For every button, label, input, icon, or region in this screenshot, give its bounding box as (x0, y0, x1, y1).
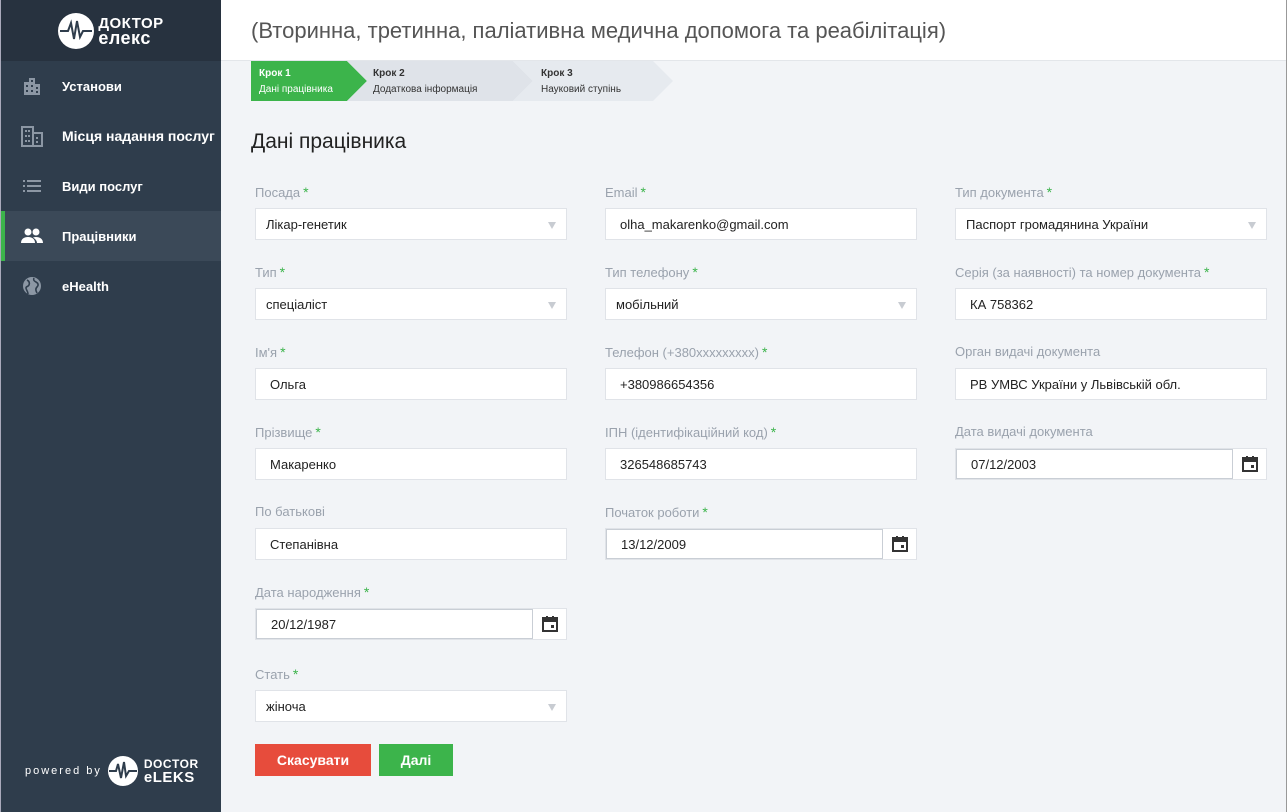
sidebar: ДОКТОР елекс Установи Місця надання посл… (0, 0, 221, 812)
page-header-title: (Вторинна, третинна, паліативна медична … (251, 18, 947, 43)
logo-line2: елекс (98, 27, 151, 48)
birth-date-field: Дата народження * 20/12/1987 (255, 582, 567, 640)
sidebar-item-label: Види послуг (62, 178, 143, 194)
sidebar-item-service-types[interactable]: Види послуг (1, 161, 221, 211)
step-label: Науковий ступінь (541, 84, 622, 95)
phone-type-select[interactable]: мобільний (605, 288, 917, 320)
sidebar-item-institutions[interactable]: Установи (1, 61, 221, 111)
step-number: Крок 3 (541, 68, 573, 79)
type-select[interactable]: спеціаліст (255, 288, 567, 320)
footer-logo-icon (107, 756, 138, 786)
birth-date-label: Дата народження * (255, 584, 370, 600)
doc-date-input[interactable]: 07/12/2003 (956, 449, 1232, 479)
doc-issuer-label: Орган видачі документа (955, 344, 1101, 359)
position-label: Посада * (255, 184, 309, 200)
phone-input[interactable]: +380986654356 (605, 368, 917, 400)
sidebar-item-label: Установи (62, 78, 122, 94)
wizard-steps: Крок 1 Дані працівника Крок 2 Додаткова … (251, 61, 673, 101)
gender-field: Стать * жіноча (255, 664, 567, 722)
step-2[interactable]: Крок 2 Додаткова інформація (347, 61, 533, 101)
doc-date-field: Дата видачі документа 07/12/2003 (955, 422, 1267, 480)
logo-pulse-icon (58, 12, 95, 49)
logo-area: ДОКТОР елекс (1, 0, 221, 61)
birth-date-picker[interactable]: 20/12/1987 (255, 608, 567, 640)
sidebar-item-employees[interactable]: Працівники (1, 211, 221, 261)
email-input[interactable]: olha_makarenko@gmail.com (605, 208, 917, 240)
phone-type-label: Тип телефону * (605, 264, 698, 280)
doc-type-select[interactable]: Паспорт громадянина України (955, 208, 1267, 240)
position-select[interactable]: Лікар-генетик (255, 208, 567, 240)
chevron-down-icon (898, 302, 906, 309)
step-1[interactable]: Крок 1 Дані працівника (251, 61, 367, 101)
gender-select[interactable]: жіноча (255, 690, 567, 722)
start-date-input[interactable]: 13/12/2009 (606, 529, 882, 559)
first-name-label: Ім'я * (255, 344, 286, 360)
header: (Вторинна, третинна, паліативна медична … (221, 0, 1287, 61)
doc-number-label: Серія (за наявності) та номер документа * (955, 264, 1210, 280)
sidebar-item-label: Працівники (62, 228, 137, 244)
patronymic-field: По батькові Степанівна (255, 502, 567, 560)
phone-label: Телефон (+380xxxxxxxxx) * (605, 344, 768, 360)
globe-icon (21, 275, 43, 297)
sidebar-item-label: Місця надання послуг (62, 128, 215, 144)
list-icon (21, 175, 43, 197)
office-icon (21, 125, 43, 147)
first-name-input[interactable]: Ольга (255, 368, 567, 400)
doc-type-field: Тип документа * Паспорт громадянина Украї… (955, 182, 1267, 240)
section-title: Дані працівника (251, 130, 407, 153)
last-name-label: Прізвище * (255, 424, 321, 440)
building-icon (21, 75, 43, 97)
people-icon (21, 225, 43, 247)
step-number: Крок 1 (259, 68, 291, 79)
tax-id-input[interactable]: 326548685743 (605, 448, 917, 480)
phone-type-field: Тип телефону * мобільний (605, 262, 917, 320)
start-date-picker[interactable]: 13/12/2009 (605, 528, 917, 560)
start-date-label: Початок роботи * (605, 504, 708, 520)
last-name-input[interactable]: Макаренко (255, 448, 567, 480)
doc-number-input[interactable]: КА 758362 (955, 288, 1267, 320)
doc-issuer-input[interactable]: РВ УМВС України у Львівській обл. (955, 368, 1267, 400)
chevron-down-icon (1248, 222, 1256, 229)
step-label: Додаткова інформація (373, 84, 478, 95)
step-3[interactable]: Крок 3 Науковий ступінь (513, 61, 673, 101)
email-label: Email * (605, 184, 646, 200)
calendar-icon[interactable] (882, 529, 916, 559)
footer-brand-line2: eLEKS (143, 769, 195, 786)
chevron-down-icon (548, 704, 556, 711)
birth-date-input[interactable]: 20/12/1987 (256, 609, 532, 639)
chevron-down-icon (548, 222, 556, 229)
doc-date-label: Дата видачі документа (955, 424, 1093, 439)
calendar-icon[interactable] (1232, 449, 1266, 479)
phone-field: Телефон (+380xxxxxxxxx) * +380986654356 (605, 342, 917, 400)
tax-id-label: ІПН (ідентифікаційний код) * (605, 424, 777, 440)
patronymic-label: По батькові (255, 504, 325, 519)
logo[interactable]: ДОКТОР елекс (58, 12, 163, 49)
step-label: Дані працівника (259, 84, 333, 95)
powered-by: powered by DOCTOR eLEKS (25, 756, 199, 786)
cancel-button[interactable]: Скасувати (255, 744, 371, 776)
sidebar-item-label: eHealth (62, 278, 109, 294)
start-date-field: Початок роботи * 13/12/2009 (605, 502, 917, 560)
powered-by-text: powered by (25, 765, 102, 777)
sidebar-item-service-places[interactable]: Місця надання послуг (1, 111, 221, 161)
doc-date-picker[interactable]: 07/12/2003 (955, 448, 1267, 480)
doc-type-label: Тип документа * (955, 184, 1053, 200)
calendar-icon[interactable] (532, 609, 566, 639)
sidebar-item-ehealth[interactable]: eHealth (1, 261, 221, 311)
type-field: Тип * спеціаліст (255, 262, 567, 320)
last-name-field: Прізвище * Макаренко (255, 422, 567, 480)
first-name-field: Ім'я * Ольга (255, 342, 567, 400)
doc-issuer-field: Орган видачі документа РВ УМВС України у… (955, 342, 1267, 400)
email-field: Email * olha_makarenko@gmail.com (605, 182, 917, 240)
tax-id-field: ІПН (ідентифікаційний код) * 326548685743 (605, 422, 917, 480)
position-field: Посада * Лікар-генетик (255, 182, 567, 240)
step-number: Крок 2 (373, 68, 405, 79)
doc-number-field: Серія (за наявності) та номер документа *… (955, 262, 1267, 320)
gender-label: Стать * (255, 666, 299, 682)
type-label: Тип * (255, 264, 286, 280)
chevron-down-icon (548, 302, 556, 309)
patronymic-input[interactable]: Степанівна (255, 528, 567, 560)
next-button[interactable]: Далі (379, 744, 453, 776)
